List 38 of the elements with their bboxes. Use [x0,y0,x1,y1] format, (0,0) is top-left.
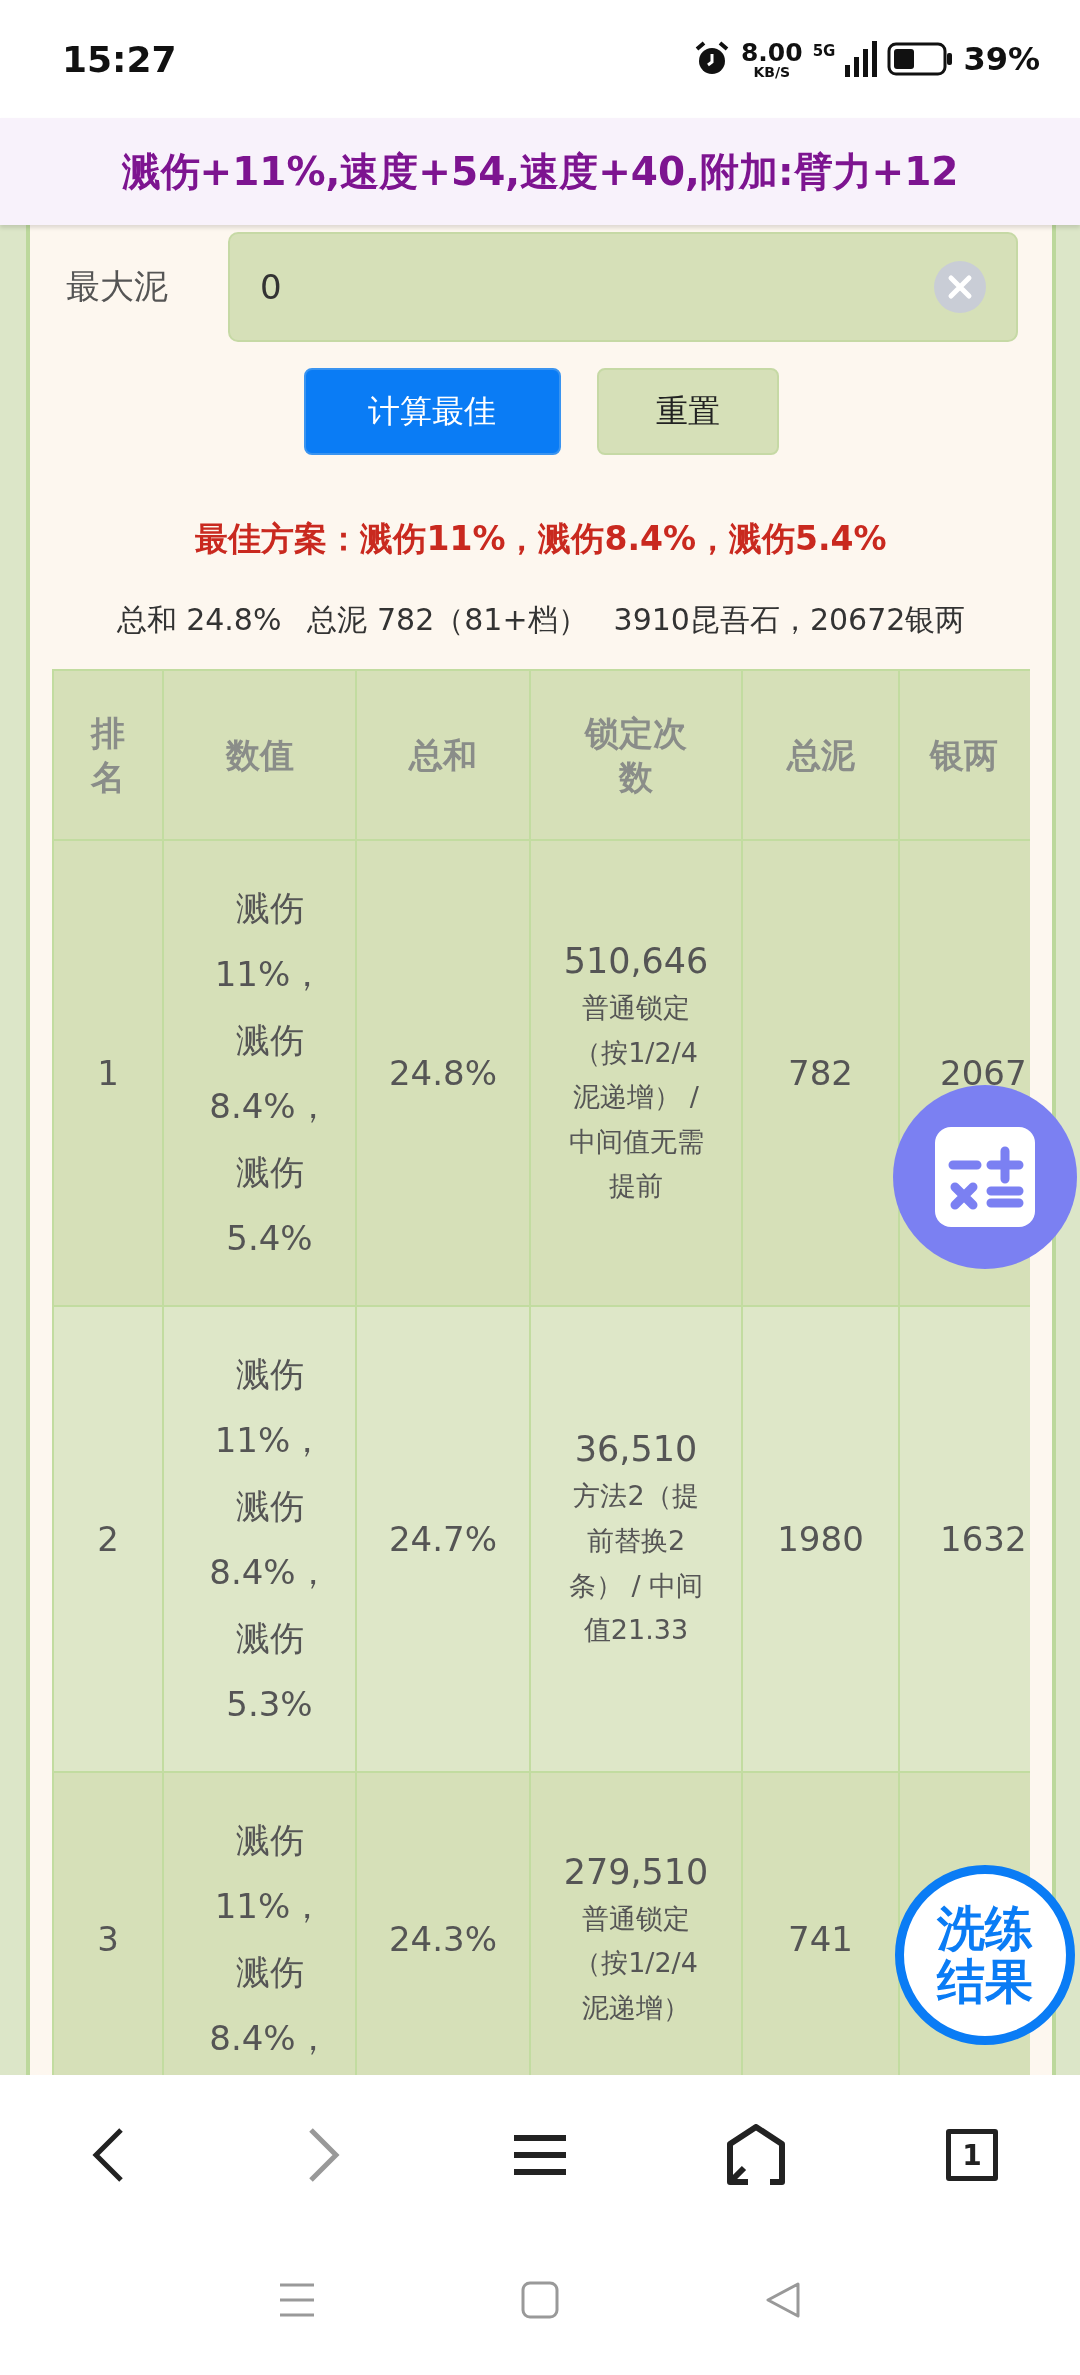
summary-text: 总泥 782（81+档） [307,601,588,639]
network-type: 5G [812,41,836,60]
clock-time: 15:27 [62,38,177,80]
lock-note: 方法2（提前替换2条） / 中间值21.33 [567,1479,705,1648]
lock-count: 279,510 [562,1850,710,1894]
column-header: 银两 [899,670,1030,840]
field-label: 最大泥 [65,265,169,308]
column-header: 总泥 [742,670,899,840]
summary-text: 3910昆吾石，20672银两 [613,601,966,639]
rank-cell: 1 [53,840,163,1306]
lock-note: 普通锁定（按1/2/4泥递增） [573,1901,699,2025]
lock-note: 普通锁定（按1/2/4泥递增） / 中间值无需提前 [567,991,705,1204]
back-triangle-icon[interactable] [764,2281,802,2319]
battery-icon [887,42,954,76]
column-header: 锁定次数 [530,670,742,840]
lock-count: 510,646 [562,940,710,984]
speed-unit: KB/S [753,64,791,79]
recent-apps-icon[interactable] [278,2281,316,2319]
calculate-button[interactable]: 计算最佳 [303,368,561,455]
home-square-icon[interactable] [521,2281,559,2319]
signal-icon [845,41,878,77]
tab-count-button[interactable]: 1 [946,2129,998,2181]
column-header: 总和 [356,670,530,840]
battery-percent: 39% [963,40,1040,78]
input-field[interactable]: 0 [228,232,1018,342]
summary-text: 总和 24.8% [116,601,282,639]
column-header: 排名 [53,670,163,840]
home-icon[interactable] [726,2124,786,2186]
banner-text: 溅伤+11%,速度+54,速度+40,附加:臂力+12 [121,147,959,196]
clear-icon[interactable] [934,261,986,313]
lock-count: 36,510 [573,1428,699,1472]
rank-cell: 2 [53,1306,163,1772]
menu-icon[interactable] [514,2134,566,2176]
network-speed: 8.00 [740,39,803,65]
best-plan-text: 最佳方案：溅伤11%，溅伤8.4%，溅伤5.4% [194,518,888,560]
back-icon[interactable] [91,2127,125,2183]
reset-button[interactable]: 重置 [596,368,779,455]
column-header: 数值 [163,670,356,840]
